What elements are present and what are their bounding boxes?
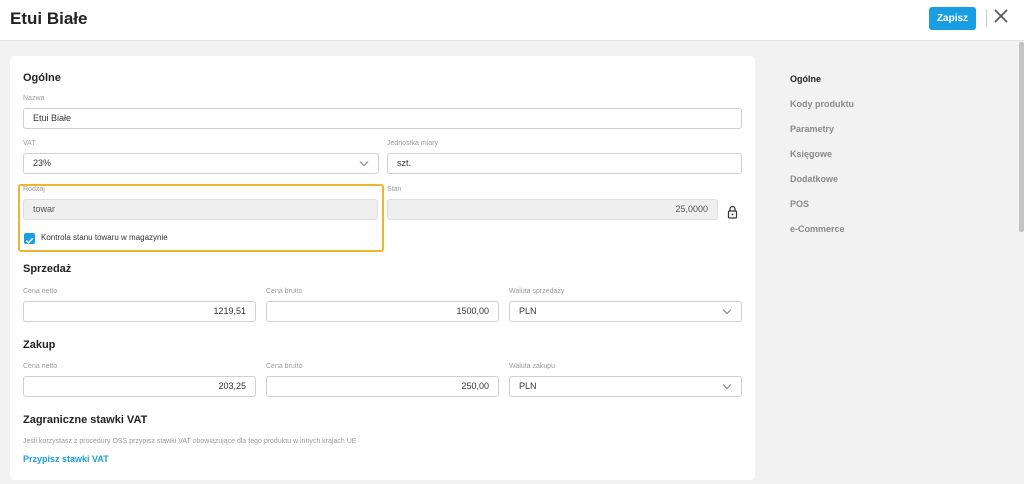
stock-control-label[interactable]: Kontrola stanu towaru w magazynie [41,233,168,242]
sales-gross-label: Cena brutto [266,288,303,295]
checkmark-icon [25,237,34,244]
section-title-sales: Sprzedaż [23,263,72,275]
sales-net-label: Cena netto [23,288,58,295]
sales-gross-input[interactable]: 1500,00 [266,301,499,322]
stock-control-checkbox[interactable] [24,233,35,244]
chevron-down-icon [722,384,732,390]
nav-item-pos[interactable]: POS [790,199,809,209]
sales-currency-select[interactable]: PLN [509,301,742,322]
save-button[interactable]: Zapisz [929,7,976,30]
vat-value: 23% [33,158,52,168]
vat-select[interactable]: 23% [23,153,379,174]
sales-net-value: 1219,51 [213,306,246,316]
scrollbar[interactable] [1019,42,1024,232]
type-label: Rodzaj [23,186,45,193]
type-value: towar [33,204,56,214]
chevron-down-icon [359,161,369,167]
nav-item-parameters[interactable]: Parametry [790,124,834,134]
type-input: towar [23,199,378,220]
nav-item-additional[interactable]: Dodatkowe [790,174,838,184]
header-bar: Etui Białe Zapisz [0,0,1024,41]
purchase-net-value: 203,25 [218,381,246,391]
purchase-currency-select[interactable]: PLN [509,376,742,397]
assign-vat-rates-link[interactable]: Przypisz stawki VAT [23,454,109,464]
lock-icon[interactable] [727,205,738,219]
stock-value: 25,0000 [675,204,708,214]
section-title-foreign-vat: Zagraniczne stawki VAT [23,414,148,426]
nav-item-general[interactable]: Ogólne [790,74,821,84]
unit-label: Jednostka miary [387,140,438,147]
purchase-net-label: Cena netto [23,363,58,370]
stock-input: 25,0000 [387,199,718,220]
section-title-general: Ogólne [23,72,61,84]
nav-item-product-codes[interactable]: Kody produktu [790,99,854,109]
purchase-gross-value: 250,00 [461,381,489,391]
sales-currency-value: PLN [519,306,537,316]
unit-input[interactable]: szt. [387,153,742,174]
page-title: Etui Białe [10,9,88,28]
name-value: Etui Białe [33,113,72,123]
chevron-down-icon [722,309,732,315]
purchase-gross-input[interactable]: 250,00 [266,376,499,397]
purchase-net-input[interactable]: 203,25 [23,376,256,397]
sales-gross-value: 1500,00 [456,306,489,316]
name-label: Nazwa [23,95,45,102]
purchase-gross-label: Cena brutto [266,363,303,370]
foreign-vat-hint: Jeśli korzystasz z procedury OSS przypis… [23,438,357,445]
vat-label: VAT [23,140,36,147]
section-title-purchase: Zakup [23,339,56,351]
purchase-currency-value: PLN [519,381,537,391]
header-divider [986,9,987,27]
sales-currency-label: Waluta sprzedaży [509,288,565,295]
close-icon[interactable] [993,8,1009,24]
name-input[interactable]: Etui Białe [23,108,742,129]
unit-value: szt. [397,158,412,168]
sales-net-input[interactable]: 1219,51 [23,301,256,322]
product-form-card: Ogólne Nazwa Etui Białe VAT 23% Jednostk… [10,56,755,480]
purchase-currency-label: Waluta zakupu [509,363,556,370]
stock-label: Stan [387,186,402,193]
nav-item-accounting[interactable]: Księgowe [790,149,832,159]
nav-item-ecommerce[interactable]: e-Commerce [790,224,845,234]
